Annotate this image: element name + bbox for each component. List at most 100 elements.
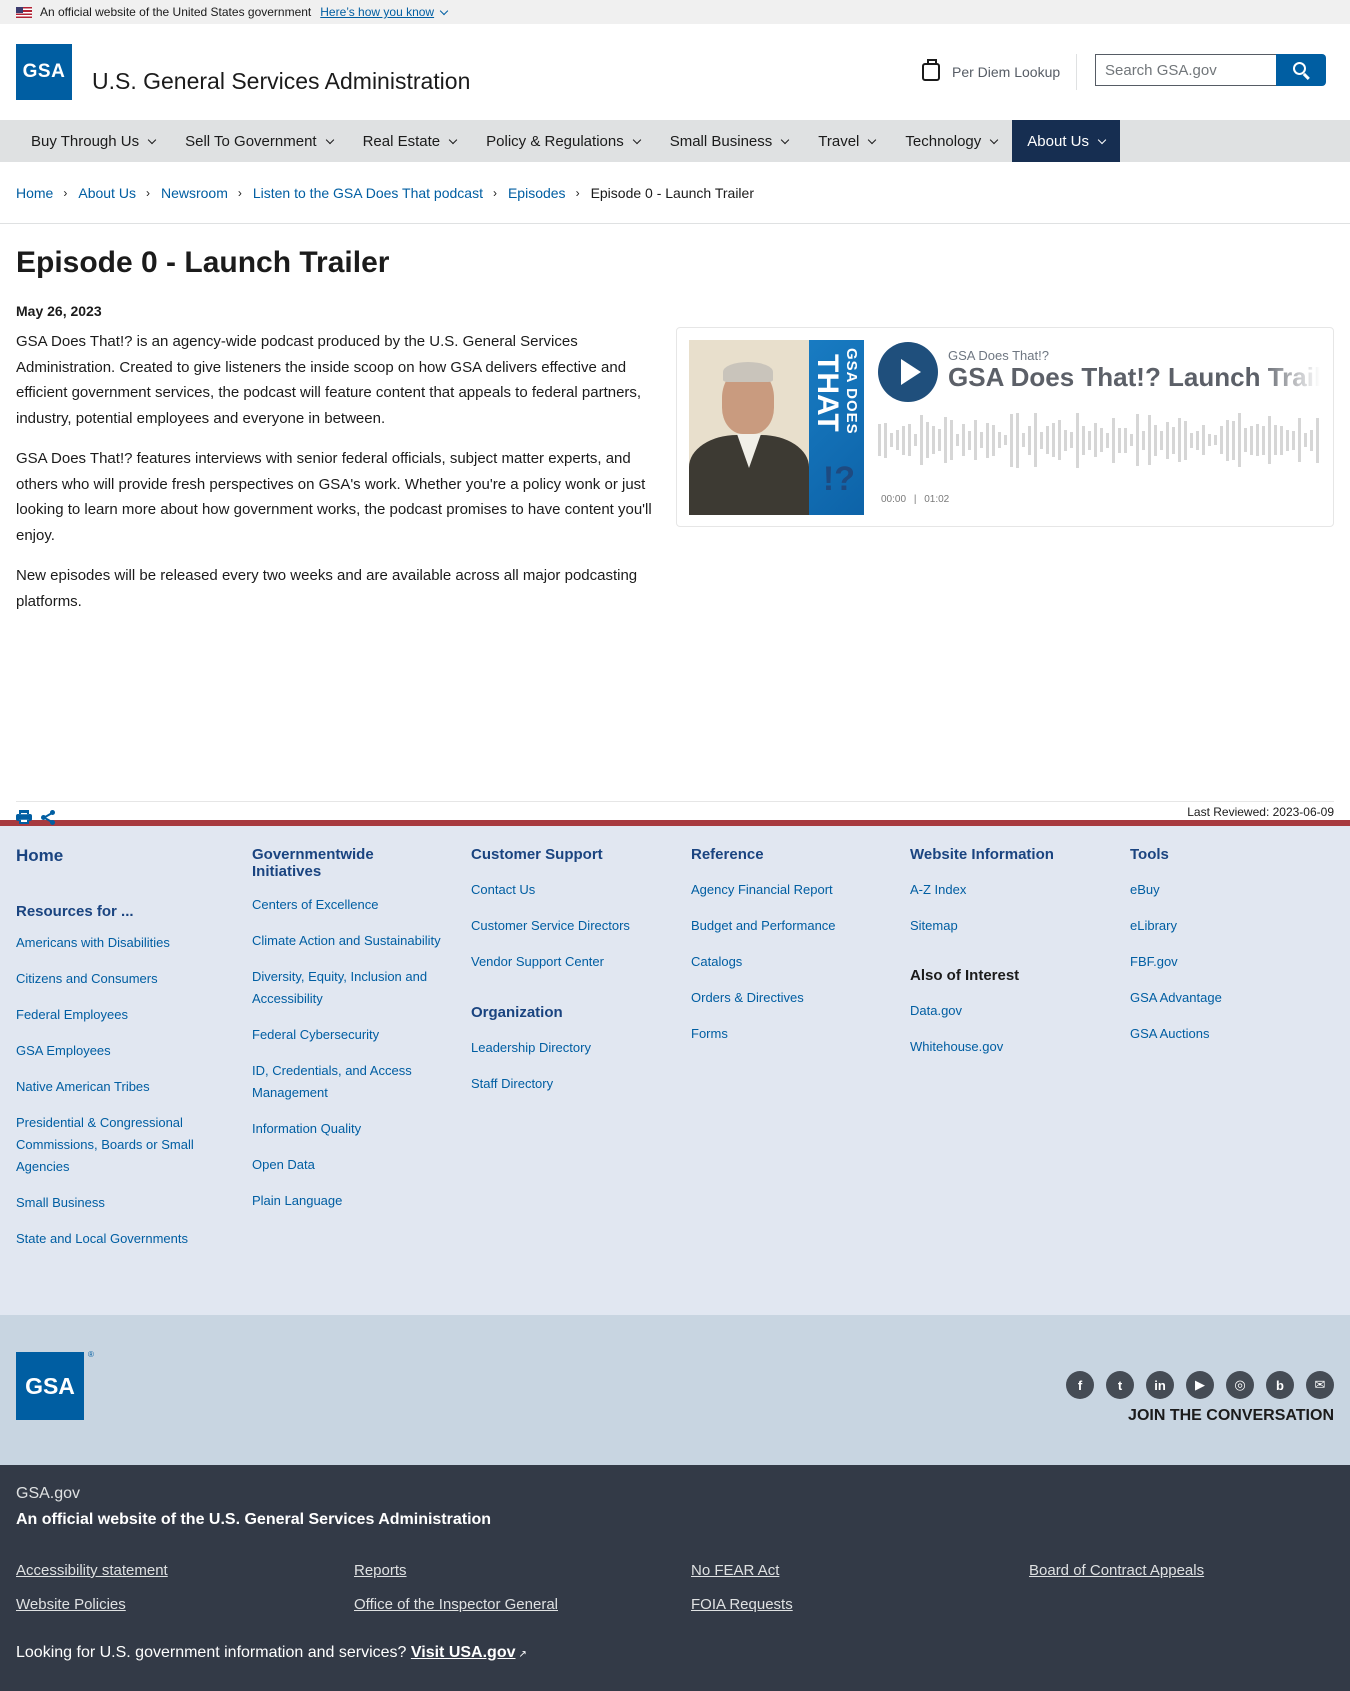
- social-section: GSA ® f t in ▶ ◎ b ✉ JOIN THE CONVERSATI…: [0, 1315, 1350, 1465]
- footer-link[interactable]: GSA Auctions: [1130, 1023, 1330, 1045]
- footer-link[interactable]: Open Data: [252, 1154, 442, 1176]
- website-policies-link[interactable]: Website Policies: [16, 1596, 126, 1613]
- footer-link[interactable]: Vendor Support Center: [471, 951, 671, 973]
- footer-resources-heading[interactable]: Resources for ...: [16, 903, 226, 920]
- waveform-bar: [926, 422, 929, 458]
- instagram-icon[interactable]: ◎: [1226, 1371, 1254, 1399]
- facebook-icon[interactable]: f: [1066, 1371, 1094, 1399]
- gov-banner-text: An official website of the United States…: [40, 5, 312, 19]
- footer-link[interactable]: GSA Advantage: [1130, 987, 1330, 1009]
- footer-link[interactable]: Budget and Performance: [691, 915, 891, 937]
- blog-icon[interactable]: b: [1266, 1371, 1294, 1399]
- email-icon[interactable]: ✉: [1306, 1371, 1334, 1399]
- footer-link[interactable]: GSA Employees: [16, 1040, 226, 1062]
- waveform-bar: [1154, 424, 1157, 456]
- footer-link[interactable]: Leadership Directory: [471, 1037, 671, 1059]
- footer-link[interactable]: eBuy: [1130, 879, 1330, 901]
- footer-link[interactable]: Orders & Directives: [691, 987, 891, 1009]
- footer-link[interactable]: FBF.gov: [1130, 951, 1330, 973]
- breadcrumb-about-us[interactable]: About Us: [78, 185, 136, 201]
- time-display: 00:00 | 01:02: [881, 494, 949, 505]
- breadcrumb-episodes[interactable]: Episodes: [508, 185, 566, 201]
- inspector-general-link[interactable]: Office of the Inspector General: [354, 1596, 558, 1613]
- play-button[interactable]: [878, 342, 938, 402]
- footer-link[interactable]: Native American Tribes: [16, 1076, 226, 1098]
- nav-real-estate[interactable]: Real Estate: [348, 120, 472, 162]
- footer-link[interactable]: A-Z Index: [910, 879, 1110, 901]
- identifier-official: An official website of the U.S. General …: [16, 1511, 492, 1528]
- nav-sell-to-government[interactable]: Sell To Government: [170, 120, 347, 162]
- footer-link[interactable]: Diversity, Equity, Inclusion and Accessi…: [252, 966, 442, 1010]
- footer-website-heading[interactable]: Website Information: [910, 846, 1110, 863]
- nav-policy-regulations[interactable]: Policy & Regulations: [471, 120, 655, 162]
- footer-reference-heading[interactable]: Reference: [691, 846, 891, 863]
- gsa-footer-logo[interactable]: GSA: [16, 1352, 84, 1420]
- youtube-icon[interactable]: ▶: [1186, 1371, 1214, 1399]
- nav-technology[interactable]: Technology: [890, 120, 1012, 162]
- footer-tools-heading[interactable]: Tools: [1130, 846, 1330, 863]
- footer-link[interactable]: Contact Us: [471, 879, 671, 901]
- chevron-down-icon: [448, 135, 458, 144]
- nav-travel[interactable]: Travel: [803, 120, 890, 162]
- reports-link[interactable]: Reports: [354, 1562, 407, 1579]
- footer-link[interactable]: Plain Language: [252, 1190, 442, 1212]
- breadcrumb-newsroom[interactable]: Newsroom: [161, 185, 228, 201]
- chevron-down-icon: [868, 135, 877, 144]
- gsa-logo[interactable]: GSA: [16, 44, 72, 100]
- waveform-bar: [1214, 435, 1217, 445]
- nav-about-us[interactable]: About Us: [1012, 120, 1120, 162]
- foia-requests-link[interactable]: FOIA Requests: [691, 1596, 793, 1613]
- waveform-bar: [1298, 418, 1301, 462]
- waveform-bar: [1058, 420, 1061, 460]
- footer-link[interactable]: Staff Directory: [471, 1073, 671, 1095]
- usa-gov-text: Looking for U.S. government information …: [16, 1644, 407, 1661]
- search-input[interactable]: [1095, 54, 1276, 86]
- heres-how-you-know-link[interactable]: Here’s how you know: [320, 5, 449, 19]
- waveform-bar: [980, 432, 983, 448]
- accessibility-statement-link[interactable]: Accessibility statement: [16, 1562, 168, 1579]
- footer-support-heading[interactable]: Customer Support: [471, 846, 671, 863]
- footer-link[interactable]: Information Quality: [252, 1118, 442, 1140]
- no-fear-act-link[interactable]: No FEAR Act: [691, 1562, 779, 1579]
- audio-waveform-scrubber[interactable]: [878, 410, 1321, 470]
- footer-link[interactable]: Centers of Excellence: [252, 894, 442, 916]
- footer-link[interactable]: Federal Cybersecurity: [252, 1024, 442, 1046]
- per-diem-lookup-link[interactable]: Per Diem Lookup: [922, 54, 1078, 90]
- footer-link[interactable]: Customer Service Directors: [471, 915, 671, 937]
- nav-small-business[interactable]: Small Business: [655, 120, 804, 162]
- footer-link[interactable]: eLibrary: [1130, 915, 1330, 937]
- footer-link[interactable]: Whitehouse.gov: [910, 1036, 1110, 1058]
- footer-link[interactable]: Small Business: [16, 1192, 226, 1214]
- share-icon[interactable]: [41, 810, 55, 825]
- cover-big-text: THAT: [811, 354, 844, 432]
- footer-initiatives-heading[interactable]: Governmentwide Initiatives: [252, 846, 442, 880]
- footer-link[interactable]: Catalogs: [691, 951, 891, 973]
- nav-buy-through-us[interactable]: Buy Through Us: [16, 120, 170, 162]
- site-title[interactable]: U.S. General Services Administration: [92, 68, 470, 95]
- footer-link[interactable]: Citizens and Consumers: [16, 968, 226, 990]
- footer-link[interactable]: Sitemap: [910, 915, 1110, 937]
- footer-link[interactable]: Agency Financial Report: [691, 879, 891, 901]
- footer-link[interactable]: Climate Action and Sustainability: [252, 930, 442, 952]
- footer-link[interactable]: Data.gov: [910, 1000, 1110, 1022]
- footer-home-link[interactable]: Home: [16, 846, 226, 866]
- board-of-contract-appeals-link[interactable]: Board of Contract Appeals: [1029, 1562, 1204, 1579]
- breadcrumb-podcast[interactable]: Listen to the GSA Does That podcast: [253, 185, 483, 201]
- search-button[interactable]: [1276, 54, 1326, 86]
- print-icon[interactable]: [16, 810, 32, 824]
- footer-col-initiatives: Governmentwide Initiatives Centers of Ex…: [252, 846, 442, 1212]
- footer-link[interactable]: Presidential & Congressional Commissions…: [16, 1112, 226, 1178]
- footer-link[interactable]: ID, Credentials, and Access Management: [252, 1060, 442, 1104]
- breadcrumb-separator-icon: ›: [575, 185, 580, 200]
- time-divider: |: [913, 494, 917, 505]
- footer-link[interactable]: Americans with Disabilities: [16, 932, 226, 954]
- twitter-icon[interactable]: t: [1106, 1371, 1134, 1399]
- footer-link[interactable]: Federal Employees: [16, 1004, 226, 1026]
- footer-link[interactable]: State and Local Governments: [16, 1228, 226, 1250]
- footer-organization-heading[interactable]: Organization: [471, 1004, 671, 1021]
- footer-link[interactable]: Forms: [691, 1023, 891, 1045]
- waveform-bar: [1172, 426, 1175, 454]
- visit-usa-gov-link[interactable]: Visit USA.gov: [411, 1644, 516, 1661]
- linkedin-icon[interactable]: in: [1146, 1371, 1174, 1399]
- breadcrumb-home[interactable]: Home: [16, 185, 53, 201]
